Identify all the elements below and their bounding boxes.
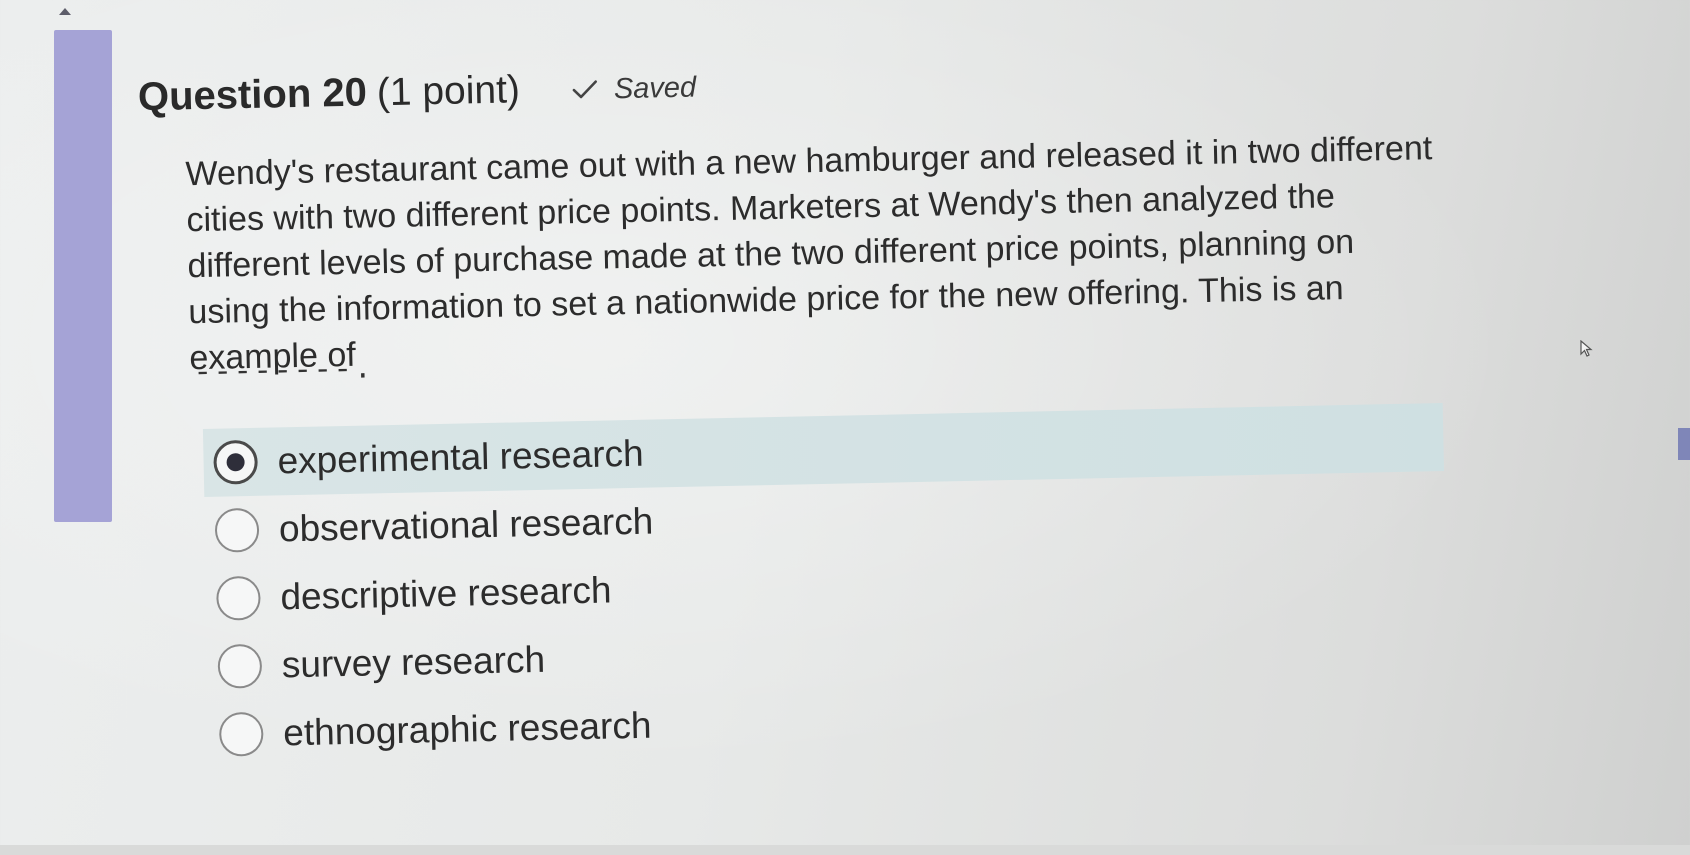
radio-button[interactable] <box>218 711 264 757</box>
radio-selected-dot <box>226 453 245 472</box>
saved-label: Saved <box>613 71 697 105</box>
question-text: Wendy's restaurant came out with a new h… <box>185 129 1433 378</box>
question-header: Question 20 (1 point) Saved <box>137 64 696 121</box>
answer-blank: --------. <box>193 353 375 392</box>
saved-status: Saved <box>572 71 697 107</box>
radio-button[interactable] <box>217 643 263 689</box>
option-label[interactable]: descriptive research <box>280 569 612 618</box>
radio-button[interactable] <box>215 575 261 621</box>
screen-bottom-edge <box>0 845 1690 855</box>
option-label[interactable]: ethnographic research <box>283 705 652 755</box>
question-points: (1 point) <box>376 68 521 115</box>
option-label[interactable]: experimental research <box>277 433 644 483</box>
check-icon <box>572 80 598 99</box>
question-title: Question 20 <box>137 70 368 120</box>
radio-button[interactable] <box>213 439 259 485</box>
answer-options: experimental research observational rese… <box>202 402 1450 769</box>
option-label[interactable]: survey research <box>281 639 545 687</box>
option-label[interactable]: observational research <box>279 501 654 551</box>
radio-button[interactable] <box>214 507 260 553</box>
question-panel: Question 20 (1 point) Saved Wendy's rest… <box>0 0 1690 855</box>
